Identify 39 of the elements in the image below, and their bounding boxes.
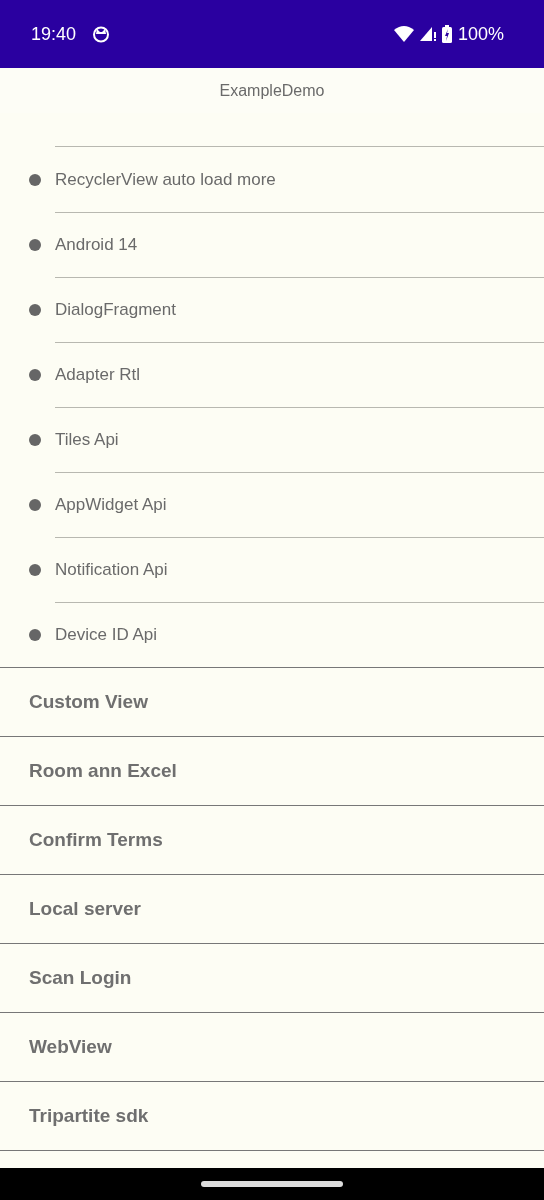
item-label: Tiles Api [55,429,119,450]
section-item[interactable]: Local server [0,874,544,943]
bullet-icon [29,433,41,446]
item-label: Notification Api [55,559,168,580]
list-item[interactable]: AppWidget Api [0,472,544,537]
bullet-icon [29,173,41,186]
bullet-icon [29,368,41,381]
notification-icon [92,25,111,43]
list-item[interactable]: Android 14 [0,212,544,277]
section-item[interactable]: WebView [0,1012,544,1081]
section-item[interactable]: Scan Login [0,943,544,1012]
signal-icon [419,26,436,42]
item-label: AppWidget Api [55,494,167,515]
item-label: DialogFragment [55,299,176,320]
list-item[interactable]: Adapter Rtl [0,342,544,407]
item-label: Device ID Api [55,624,158,645]
clock-time: 19:40 [31,23,77,45]
bullet-icon [29,563,41,576]
wifi-icon [393,26,414,42]
bullet-icon [29,238,41,251]
section-item[interactable]: Tripartite sdk [0,1081,544,1150]
bullet-icon [29,628,41,641]
item-label: RecyclerView auto load more [55,169,276,190]
list-item[interactable]: Device ID Api [0,602,544,667]
battery-icon [441,25,452,43]
list-item[interactable]: DialogFragment [0,277,544,342]
app-title: ExampleDemo [219,81,325,100]
list-item[interactable]: RecyclerView auto load more [0,147,544,212]
item-label: Adapter Rtl [55,364,141,385]
list-item[interactable]: Notification Api [0,537,544,602]
section-item[interactable]: Room ann Excel [0,736,544,805]
bullet-icon [29,498,41,511]
battery-percentage: 100% [457,23,504,45]
item-label: Android 14 [55,234,138,255]
section-item[interactable]: Custom View [0,667,544,736]
section-item[interactable]: Confirm Terms [0,805,544,874]
home-handle[interactable] [201,1181,343,1187]
bullet-icon [29,303,41,316]
list-item[interactable]: Tiles Api [0,407,544,472]
